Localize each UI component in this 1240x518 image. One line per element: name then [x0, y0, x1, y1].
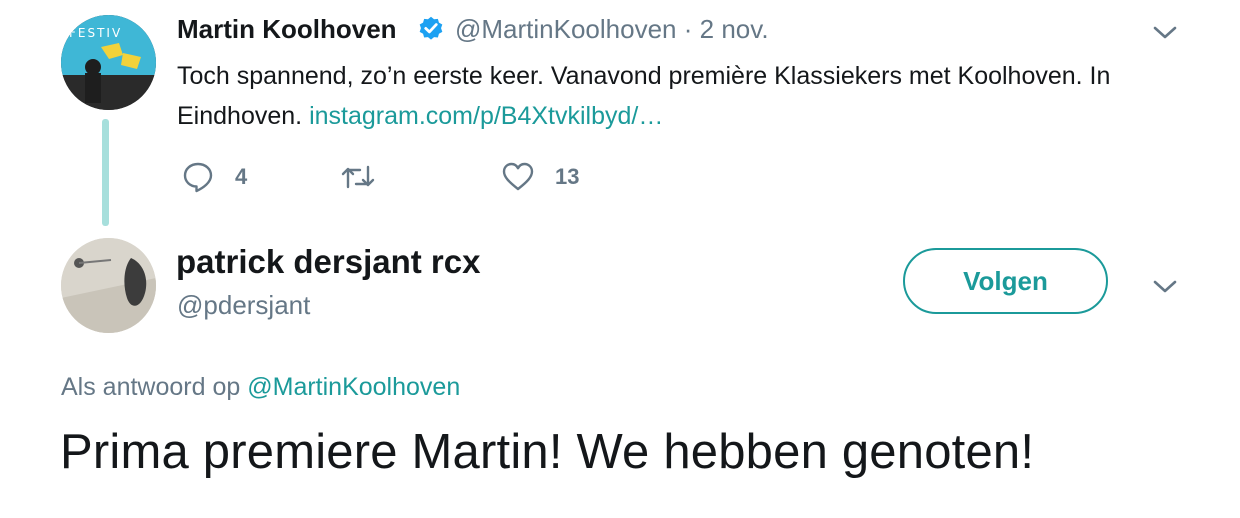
like-action[interactable]: 13: [501, 160, 579, 194]
thread-line: [102, 119, 109, 226]
chevron-down-icon[interactable]: [1152, 279, 1178, 295]
patrick-avatar[interactable]: [61, 238, 156, 333]
verified-badge-icon: [419, 16, 443, 40]
reply-text: Prima premiere Martin! We hebben genoten…: [60, 425, 1035, 479]
author-name[interactable]: Martin Koolhoven: [177, 14, 397, 45]
retweet-action[interactable]: [341, 160, 395, 194]
separator-dot: ·: [683, 14, 693, 44]
reply-author-handle[interactable]: @pdersjant: [177, 290, 310, 321]
reply-to-prefix: Als antwoord op: [61, 373, 241, 401]
reply-icon: [183, 162, 213, 193]
tweet-date[interactable]: 2 nov.: [700, 14, 769, 44]
chevron-down-icon[interactable]: [1152, 25, 1178, 41]
reply-author-name[interactable]: patrick dersjant rcx: [176, 243, 480, 281]
author-handle[interactable]: @MartinKoolhoven: [455, 14, 677, 44]
tweet-text: Toch spannend, zo’n eerste keer. Vanavon…: [177, 56, 1137, 136]
reply-action[interactable]: 4: [181, 160, 247, 194]
avatar-festival-text: FESTIV: [69, 26, 122, 40]
tweet-link[interactable]: instagram.com/p/B4Xtvkilbyd/…: [309, 102, 663, 130]
martin-avatar[interactable]: FESTIV: [61, 15, 156, 110]
follow-button[interactable]: Volgen: [903, 248, 1108, 314]
like-count: 13: [555, 164, 580, 189]
retweet-icon: [341, 165, 375, 189]
reply-to-mention[interactable]: @MartinKoolhoven: [247, 373, 460, 401]
reply-context: Als antwoord op @MartinKoolhoven: [61, 373, 460, 402]
reply-count: 4: [235, 164, 248, 189]
author-handle-date: @MartinKoolhoven · 2 nov.: [455, 14, 769, 45]
heart-icon: [502, 162, 534, 191]
